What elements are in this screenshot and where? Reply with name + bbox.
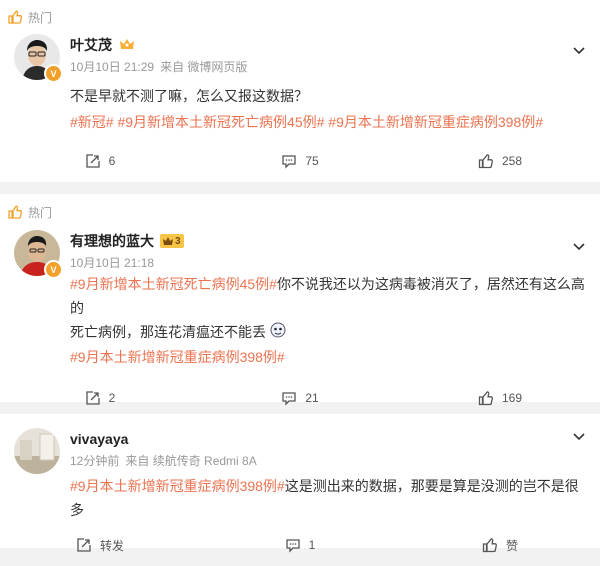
post-time[interactable]: 12分钟前 bbox=[70, 454, 119, 468]
hot-label: 热门 bbox=[28, 10, 53, 25]
chevron-down-icon[interactable] bbox=[572, 242, 586, 252]
post-body: #9月新增本土新冠死亡病例45例#你不说我还以为这病毒被消灭了，居然还有这么高的… bbox=[70, 276, 585, 366]
comment-button[interactable]: 21 bbox=[200, 390, 400, 406]
like-label: 赞 bbox=[505, 538, 518, 553]
comment-icon bbox=[282, 392, 296, 406]
post-body: 不是早就不测了嘛，怎么又报这数据？ bbox=[70, 88, 308, 104]
like-button[interactable]: 赞 bbox=[400, 537, 600, 554]
post-source: 来自 续航传奇 Redmi 8A bbox=[125, 454, 257, 468]
hashtag-link[interactable]: #9月本土新增新冠重症病例398例# bbox=[328, 114, 543, 130]
thumbs-up-hot-icon bbox=[8, 10, 22, 24]
repost-button[interactable]: 转发 bbox=[0, 537, 200, 554]
hashtag-link[interactable]: #新冠# bbox=[70, 114, 114, 130]
like-count: 169 bbox=[501, 391, 523, 406]
post-card: 热门 V 叶艾茂 10月10日 21:29 来自 微博网页版 不是早就不测了嘛，… bbox=[0, 0, 600, 182]
like-button[interactable]: 169 bbox=[400, 390, 600, 406]
username[interactable]: 叶艾茂 bbox=[70, 35, 112, 55]
post-body: #9月本土新增新冠重症病例398例#这是测出来的数据，那要是算是没测的岂不是很多 bbox=[70, 478, 579, 518]
repost-icon bbox=[86, 391, 100, 405]
username[interactable]: 有理想的蓝大 bbox=[70, 231, 154, 251]
username[interactable]: vivayaya bbox=[70, 431, 128, 447]
comment-button[interactable]: 75 bbox=[200, 153, 400, 169]
comment-button[interactable]: 1 bbox=[200, 537, 400, 553]
hot-label: 热门 bbox=[28, 205, 53, 220]
repost-count: 2 bbox=[108, 391, 116, 406]
comment-icon bbox=[286, 539, 300, 553]
post-time[interactable]: 10月10日 21:29 bbox=[70, 60, 154, 74]
hashtag-link[interactable]: #9月本土新增新冠重症病例398例# bbox=[70, 478, 285, 494]
chevron-down-icon[interactable] bbox=[572, 46, 586, 56]
repost-count: 6 bbox=[108, 154, 116, 168]
repost-icon bbox=[77, 538, 91, 552]
avatar[interactable]: V bbox=[14, 230, 63, 279]
comment-count: 75 bbox=[305, 154, 319, 168]
post-time[interactable]: 10月10日 21:18 bbox=[70, 256, 154, 270]
comment-count: 21 bbox=[305, 391, 319, 406]
emoji-icon bbox=[270, 321, 286, 345]
vip-level-badge: 3 bbox=[160, 234, 184, 248]
crown-icon bbox=[118, 37, 136, 54]
post-tags: #新冠# #9月新增本土新冠死亡病例45例# #9月本土新增新冠重症病例398例… bbox=[70, 110, 600, 134]
comment-icon bbox=[282, 155, 296, 169]
repost-label: 转发 bbox=[99, 538, 124, 553]
repost-button[interactable]: 2 bbox=[0, 390, 200, 406]
chevron-down-icon[interactable] bbox=[572, 432, 586, 442]
verified-badge-icon: V bbox=[44, 64, 63, 83]
repost-icon bbox=[86, 154, 100, 168]
hashtag-link[interactable]: #9月新增本土新冠死亡病例45例# bbox=[117, 114, 324, 130]
thumbs-up-hot-icon bbox=[8, 205, 22, 219]
like-count: 258 bbox=[501, 154, 523, 168]
post-source: 来自 微博网页版 bbox=[160, 60, 248, 74]
like-button[interactable]: 258 bbox=[400, 153, 600, 169]
avatar[interactable] bbox=[14, 428, 60, 474]
post-card: vivayaya 12分钟前 来自 续航传奇 Redmi 8A #9月本土新增新冠… bbox=[0, 414, 600, 553]
avatar[interactable]: V bbox=[14, 34, 63, 83]
thumbs-up-icon bbox=[478, 391, 493, 406]
post-card: 热门 V 有理想的蓝大 3 10月10日 21:18 #9月新增本土新冠死亡病例… bbox=[0, 194, 600, 406]
comment-count: 1 bbox=[308, 538, 316, 552]
crown-icon bbox=[163, 237, 173, 245]
thumbs-up-icon bbox=[478, 154, 493, 169]
thumbs-up-icon bbox=[482, 538, 497, 553]
verified-badge-icon: V bbox=[44, 260, 63, 279]
hot-label-row: 热门 bbox=[0, 0, 600, 34]
repost-button[interactable]: 6 bbox=[0, 153, 200, 169]
hashtag-link[interactable]: #9月新增本土新冠死亡病例45例# bbox=[70, 276, 277, 292]
hashtag-link[interactable]: #9月本土新增新冠重症病例398例# bbox=[70, 349, 285, 365]
hot-label-row: 热门 bbox=[0, 194, 600, 230]
